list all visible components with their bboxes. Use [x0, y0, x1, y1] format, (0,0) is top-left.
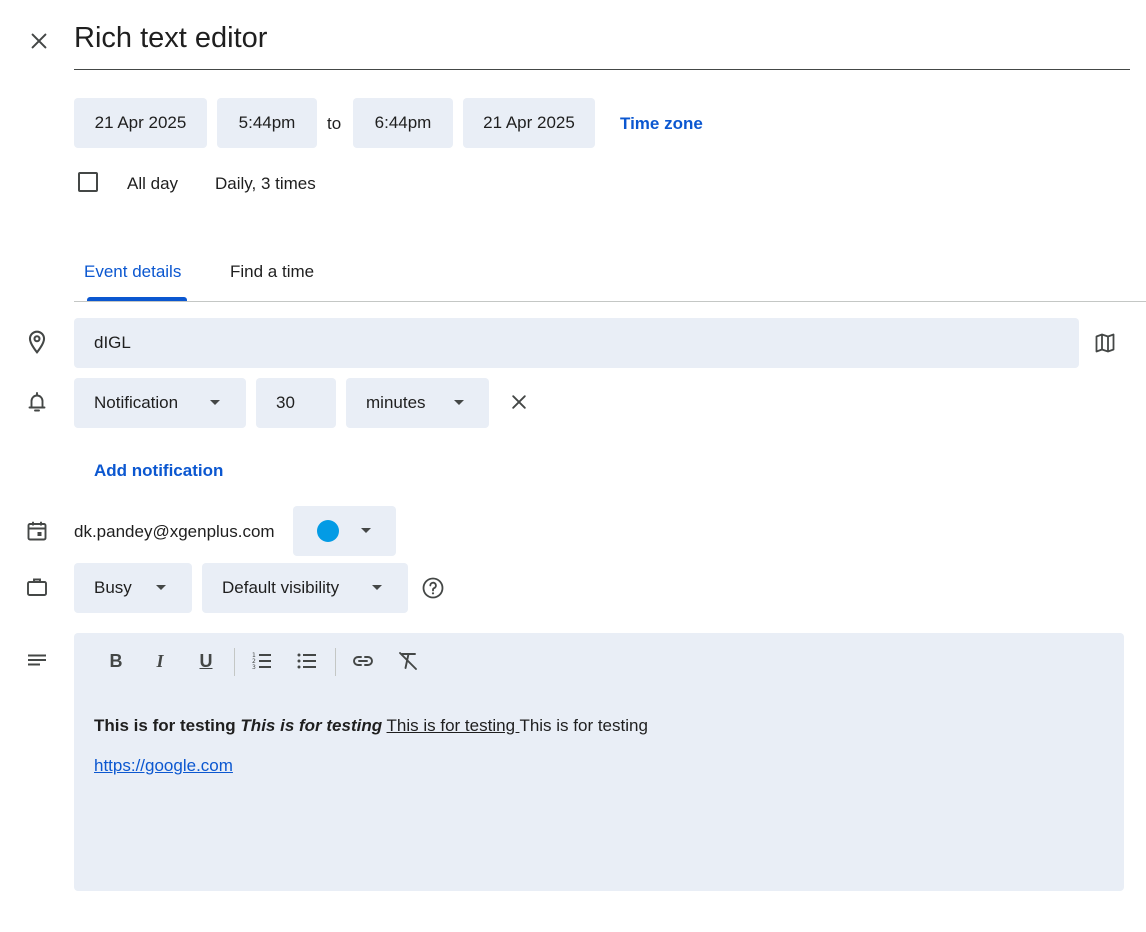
briefcase-icon: [25, 575, 49, 599]
toolbar-divider: [335, 648, 336, 676]
location-icon: [24, 329, 50, 355]
all-day-checkbox[interactable]: [78, 172, 98, 192]
notification-type-label: Notification: [94, 393, 179, 412]
underline-button[interactable]: U: [188, 643, 224, 679]
all-day-label: All day: [127, 174, 179, 193]
italic-button[interactable]: I: [142, 643, 178, 679]
close-icon: [31, 33, 47, 49]
availability-label: Busy: [94, 578, 132, 597]
calendar-owner: dk.pandey@xgenplus.com: [74, 522, 275, 541]
event-title-text: Rich text editor: [74, 22, 268, 54]
bold-button[interactable]: B: [98, 643, 134, 679]
notification-unit-label: minutes: [366, 393, 426, 412]
bold-icon: B: [109, 650, 123, 671]
close-icon: [512, 395, 526, 409]
notification-amount-input[interactable]: 30: [256, 378, 336, 428]
start-date-label: 21 Apr 2025: [94, 113, 187, 132]
visibility-label: Default visibility: [222, 578, 340, 597]
end-date-button[interactable]: 21 Apr 2025: [463, 98, 595, 148]
to-label: to: [327, 114, 342, 133]
bell-icon: [25, 390, 49, 414]
tab-event-details[interactable]: Event details: [84, 262, 181, 282]
toolbar-divider: [234, 648, 235, 676]
recurrence-dropdown[interactable]: Daily, 3 times: [215, 174, 316, 194]
start-time-label: 5:44pm: [238, 113, 296, 132]
bold-text: This is for testing: [94, 716, 236, 735]
end-time-button[interactable]: 6:44pm: [353, 98, 453, 148]
plain-text: This is for testing: [519, 716, 648, 735]
svg-text:3: 3: [252, 664, 256, 671]
numbered-list-icon: 1 2 3: [252, 652, 271, 671]
tabs-divider: [74, 301, 1146, 302]
description-editor[interactable]: B I U 1 2 3 This is for testing This is …: [74, 633, 1124, 891]
help-icon: [422, 577, 444, 599]
end-time-label: 6:44pm: [374, 113, 432, 132]
calendar-icon: [25, 519, 49, 543]
event-color-dropdown[interactable]: [293, 506, 396, 556]
notification-amount-value: 30: [276, 393, 295, 412]
chevron-down-icon: [361, 528, 371, 533]
notification-type-dropdown[interactable]: Notification: [74, 378, 246, 428]
chevron-down-icon: [210, 400, 220, 405]
description-icon: [25, 649, 49, 673]
start-date-button[interactable]: 21 Apr 2025: [74, 98, 207, 148]
tab-find-a-time[interactable]: Find a time: [230, 262, 314, 282]
location-value: dIGL: [94, 333, 131, 352]
visibility-help-button[interactable]: [421, 576, 445, 600]
underlined-text: This is for testing: [386, 716, 520, 735]
event-title-input[interactable]: Rich text editor: [74, 18, 1130, 70]
location-input[interactable]: dIGL: [74, 318, 1079, 368]
close-button[interactable]: [22, 24, 56, 58]
add-notification-link[interactable]: Add notification: [94, 461, 223, 481]
italic-icon: I: [156, 650, 164, 671]
editor-paragraph: This is for testing This is for testing …: [94, 716, 648, 736]
editor-link[interactable]: https://google.com: [94, 756, 233, 776]
end-date-label: 21 Apr 2025: [483, 113, 575, 132]
clear-format-icon: [399, 652, 417, 670]
time-zone-link[interactable]: Time zone: [620, 114, 703, 134]
clear-formatting-button[interactable]: [390, 643, 426, 679]
link-icon: [353, 656, 373, 666]
color-swatch: [317, 520, 339, 542]
chevron-down-icon: [156, 585, 166, 590]
start-time-button[interactable]: 5:44pm: [217, 98, 317, 148]
availability-dropdown[interactable]: Busy: [74, 563, 192, 613]
visibility-dropdown[interactable]: Default visibility: [202, 563, 408, 613]
open-map-button[interactable]: [1090, 328, 1120, 358]
insert-link-button[interactable]: [345, 643, 381, 679]
chevron-down-icon: [454, 400, 464, 405]
bulleted-list-button[interactable]: [289, 643, 325, 679]
notification-unit-dropdown[interactable]: minutes: [346, 378, 489, 428]
map-icon: [1095, 333, 1115, 353]
underline-icon: U: [199, 650, 213, 671]
numbered-list-button[interactable]: 1 2 3: [244, 643, 280, 679]
chevron-down-icon: [372, 585, 382, 590]
bulleted-list-icon: [297, 653, 316, 669]
bold-italic-text: This is for testing: [240, 716, 383, 735]
remove-notification-button[interactable]: [505, 388, 533, 416]
